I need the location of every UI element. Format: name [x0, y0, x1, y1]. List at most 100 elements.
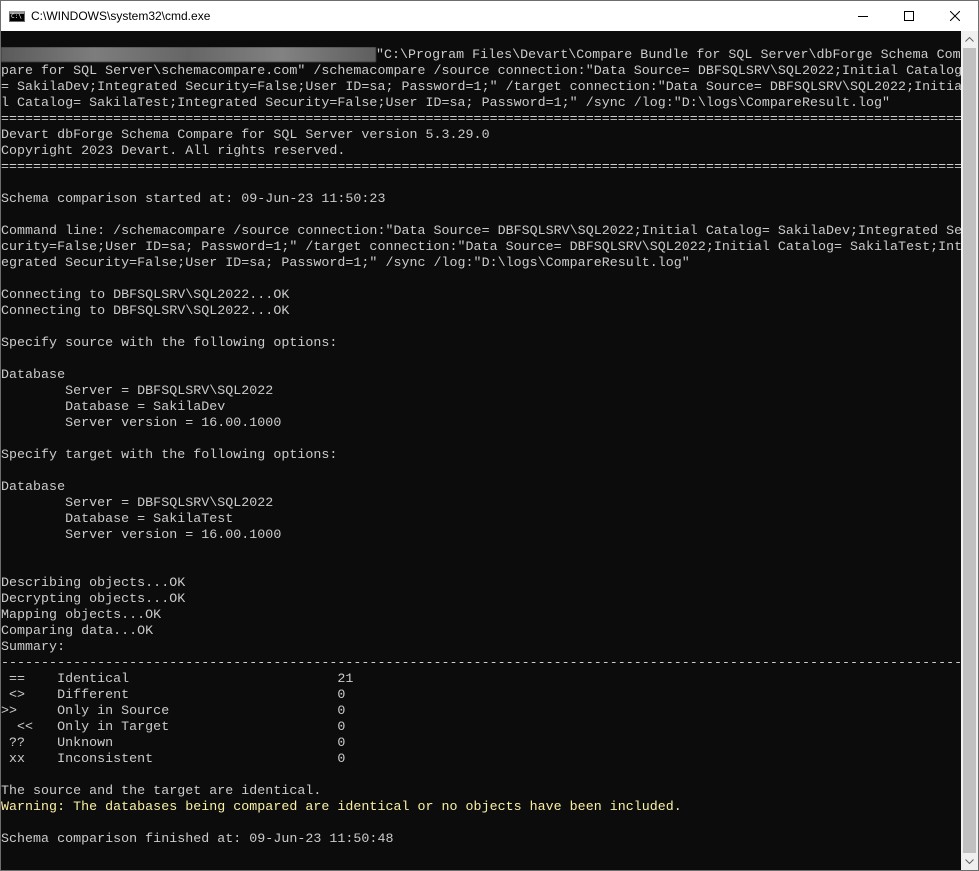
console-line-text: xx Inconsistent 0 [1, 751, 346, 766]
console-line-text: Decrypting objects...OK [1, 591, 186, 606]
vertical-scrollbar[interactable] [961, 31, 978, 870]
console-line: egrated Security=False;User ID=sa; Passw… [1, 255, 962, 271]
console-line: l Catalog= SakilaTest;Integrated Securit… [1, 95, 962, 111]
console-line: == Identical 21 [1, 671, 962, 687]
console-line-text: Warning: The databases being compared ar… [1, 799, 682, 814]
console-line-text: Devart dbForge Schema Compare for SQL Se… [1, 127, 490, 142]
console-line: ?? Unknown 0 [1, 735, 962, 751]
console-line: pare for SQL Server\schemacompare.com" /… [1, 63, 962, 79]
console-line: Server version = 16.00.1000 [1, 527, 962, 543]
console-line: The source and the target are identical. [1, 783, 962, 799]
console-line-text: Server version = 16.00.1000 [1, 415, 282, 430]
console-line: Server version = 16.00.1000 [1, 415, 962, 431]
console-line-text: Command line: /schemacompare /source con… [1, 223, 962, 238]
console-line-text: >> Only in Source 0 [1, 703, 346, 718]
console-line: Warning: The databases being compared ar… [1, 799, 962, 815]
console-line-text: Comparing data...OK [1, 623, 154, 638]
console-line-text: pare for SQL Server\schemacompare.com" /… [1, 63, 962, 78]
console-line-text: l Catalog= SakilaTest;Integrated Securit… [1, 95, 891, 110]
console-line: Server = DBFSQLSRV\SQL2022 [1, 383, 962, 399]
maximize-button[interactable] [886, 1, 932, 31]
minimize-button[interactable] [840, 1, 886, 31]
console-line-text: Database [1, 367, 66, 382]
console-line: curity=False;User ID=sa; Password=1;" /t… [1, 239, 962, 255]
console-line-text: ?? Unknown 0 [1, 735, 346, 750]
console-line: >> Only in Source 0 [1, 703, 962, 719]
console-line-text: Database = SakilaDev [1, 399, 226, 414]
console-line-text: ========================================… [1, 111, 962, 126]
console-line: Command line: /schemacompare /source con… [1, 223, 962, 239]
close-icon [950, 11, 960, 21]
console-line-text: The source and the target are identical. [1, 783, 322, 798]
console-line: Comparing data...OK [1, 623, 962, 639]
console-line: Database = SakilaDev [1, 399, 962, 415]
console-line: Decrypting objects...OK [1, 591, 962, 607]
console-line: <> Different 0 [1, 687, 962, 703]
console-line: Describing objects...OK [1, 575, 962, 591]
redacted-path [1, 47, 376, 62]
scroll-down-arrow-icon[interactable] [961, 853, 978, 870]
console-line-text: Summary: [1, 639, 66, 654]
console-line: ----------------------------------------… [1, 655, 962, 671]
console-line-text: ----------------------------------------… [1, 655, 962, 670]
console-line: << Only in Target 0 [1, 719, 962, 735]
window-title: C:\WINDOWS\system32\cmd.exe [31, 9, 211, 23]
console-line-text: "C:\Program Files\Devart\Compare Bundle … [376, 47, 961, 62]
scrollbar-thumb[interactable] [963, 48, 976, 853]
console-line: Server = DBFSQLSRV\SQL2022 [1, 495, 962, 511]
console-line: Connecting to DBFSQLSRV\SQL2022...OK [1, 287, 962, 303]
console-line-text: Database [1, 479, 66, 494]
console-line: Connecting to DBFSQLSRV\SQL2022...OK [1, 303, 962, 319]
console-line: ========================================… [1, 159, 962, 175]
console-line: "C:\Program Files\Devart\Compare Bundle … [1, 47, 962, 63]
console-line-text: Mapping objects...OK [1, 607, 162, 622]
console-line: Database [1, 367, 962, 383]
console-line-text: Connecting to DBFSQLSRV\SQL2022...OK [1, 287, 290, 302]
console-line: Mapping objects...OK [1, 607, 962, 623]
cmd-window: C:\WINDOWS\system32\cmd.exe "C:\Program … [0, 0, 979, 871]
close-button[interactable] [932, 1, 978, 31]
console-line: Specify source with the following option… [1, 335, 962, 351]
console-line: xx Inconsistent 0 [1, 751, 962, 767]
console-line-text: Server = DBFSQLSRV\SQL2022 [1, 383, 274, 398]
console-output[interactable]: "C:\Program Files\Devart\Compare Bundle … [1, 47, 962, 870]
console-line: Schema comparison finished at: 09-Jun-23… [1, 831, 962, 847]
console-line-text: Server version = 16.00.1000 [1, 527, 282, 542]
console-line-text: << Only in Target 0 [1, 719, 346, 734]
console-line-text: ========================================… [1, 159, 962, 174]
console-line-text: Server = DBFSQLSRV\SQL2022 [1, 495, 274, 510]
title-bar[interactable]: C:\WINDOWS\system32\cmd.exe [1, 1, 978, 31]
console-line: Devart dbForge Schema Compare for SQL Se… [1, 127, 962, 143]
minimize-icon [858, 16, 868, 17]
console-line-text: == Identical 21 [1, 671, 354, 686]
console-line: Copyright 2023 Devart. All rights reserv… [1, 143, 962, 159]
console-line: ========================================… [1, 111, 962, 127]
console-line-text: <> Different 0 [1, 687, 346, 702]
console-line-text: Database = SakilaTest [1, 511, 234, 526]
console-line-text: Copyright 2023 Devart. All rights reserv… [1, 143, 346, 158]
console-line: Database [1, 479, 962, 495]
console-line-text: curity=False;User ID=sa; Password=1;" /t… [1, 239, 962, 254]
console-line-text: Specify source with the following option… [1, 335, 338, 350]
console-line-text: egrated Security=False;User ID=sa; Passw… [1, 255, 690, 270]
console-line-text: Describing objects...OK [1, 575, 186, 590]
console-line-text: Connecting to DBFSQLSRV\SQL2022...OK [1, 303, 290, 318]
console-line: Summary: [1, 639, 962, 655]
cmd-icon [9, 10, 25, 22]
scroll-up-arrow-icon[interactable] [961, 31, 978, 48]
maximize-icon [904, 11, 914, 21]
console-line-text: Schema comparison started at: 09-Jun-23 … [1, 191, 386, 206]
console-line: Specify target with the following option… [1, 447, 962, 463]
console-line-text: Schema comparison finished at: 09-Jun-23… [1, 831, 394, 846]
